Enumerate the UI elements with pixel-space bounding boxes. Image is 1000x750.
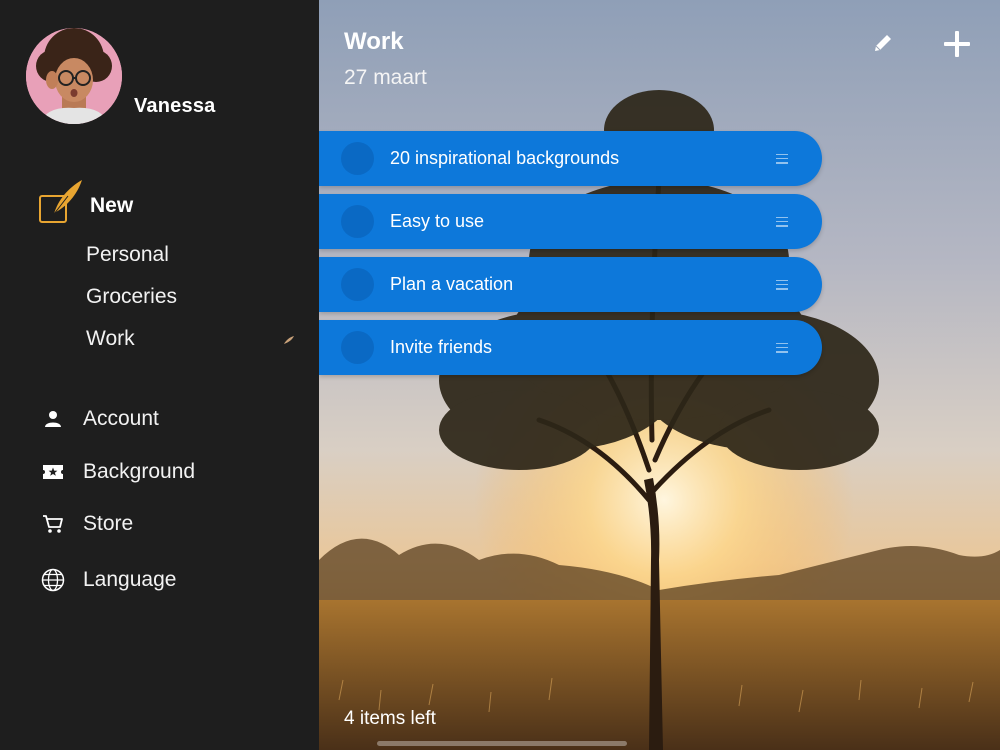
avatar-image [26,28,122,124]
task-text: Invite friends [390,337,493,357]
sidebar-list-personal[interactable]: Personal [86,243,169,267]
home-indicator[interactable] [377,741,627,746]
drag-handle-icon[interactable] [776,153,788,164]
menu-language[interactable]: Language [40,567,176,593]
menu-background[interactable]: Background [40,459,195,485]
pencil-icon [875,35,891,51]
menu-store-label: Store [83,512,134,535]
menu-background-label: Background [83,460,196,483]
background-ticket-icon [40,459,66,485]
task-checkbox[interactable] [341,205,374,238]
task-text: Easy to use [390,211,485,231]
globe-icon [40,567,66,593]
selected-list-quill-icon [283,332,295,344]
add-task-button[interactable] [939,26,975,62]
items-left-count: 4 items left [344,708,436,729]
menu-store[interactable]: Store [40,511,133,537]
drag-handle-icon[interactable] [776,342,788,353]
task-item[interactable]: 20 inspirational backgrounds [319,131,822,186]
list-view: Work 27 maart 20 inspirational backgroun… [319,0,1000,750]
menu-language-label: Language [83,568,177,591]
list-title: Work [344,28,404,55]
task-item[interactable]: Plan a vacation [319,257,822,312]
task-checkbox[interactable] [341,268,374,301]
background-image [319,0,1000,750]
menu-account-label: Account [83,407,159,430]
list-date: 27 maart [344,66,427,89]
task-checkbox[interactable] [341,142,374,175]
menu-account[interactable]: Account [40,406,159,432]
person-icon [40,406,66,432]
task-text: Plan a vacation [390,274,514,294]
user-name: Vanessa [134,95,216,117]
sidebar-list-groceries[interactable]: Groceries [86,285,177,309]
task-item[interactable]: Easy to use [319,194,822,249]
drag-handle-icon[interactable] [776,279,788,290]
edit-button[interactable] [868,28,898,58]
sidebar-list-work[interactable]: Work [86,327,135,351]
new-list-quill-icon [38,176,84,226]
avatar[interactable] [26,28,122,124]
sidebar: Vanessa New Personal Groceries Work Acco… [0,0,319,750]
new-list-label: New [90,194,134,217]
new-list-button[interactable]: New [38,176,133,226]
drag-handle-icon[interactable] [776,216,788,227]
cart-icon [40,511,66,537]
plus-icon [944,31,970,57]
task-text: 20 inspirational backgrounds [390,148,620,168]
task-item[interactable]: Invite friends [319,320,822,375]
task-checkbox[interactable] [341,331,374,364]
